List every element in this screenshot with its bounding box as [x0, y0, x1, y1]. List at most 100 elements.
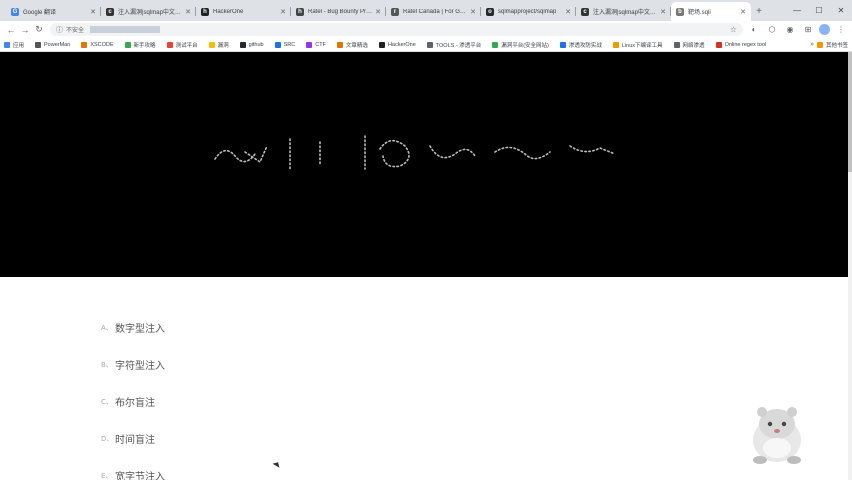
info-icon[interactable]: ⓘ: [56, 25, 63, 35]
browser-tab[interactable]: G Google 翻译 ✕: [6, 2, 101, 21]
bookmark-item[interactable]: github: [239, 41, 264, 48]
browser-tab[interactable]: c 注入漏洞|sqlmap中文手册 ✕: [101, 2, 196, 21]
bookmark-item[interactable]: HackerOne: [378, 41, 416, 48]
bookmark-item[interactable]: 文章精选: [336, 41, 368, 49]
tab-favicon-icon: o: [486, 7, 494, 16]
toc-item[interactable]: C、 布尔盲注: [101, 394, 155, 410]
mascot-widget[interactable]: [742, 400, 812, 470]
tab-close-icon[interactable]: ✕: [660, 8, 666, 16]
tab-favicon-icon: h: [201, 7, 209, 16]
bookmark-label: SRC: [283, 41, 296, 48]
browser-tab[interactable]: o sqlmapproject/sqlmap ✕: [481, 2, 576, 21]
browser-tab[interactable]: b 靶场.sqli ✕: [671, 2, 751, 21]
menu-icon[interactable]: ⋮: [834, 23, 848, 37]
page-scrollbar[interactable]: [848, 52, 852, 480]
tab-close-icon[interactable]: ✕: [375, 8, 381, 16]
toc-item[interactable]: D、 时间盲注: [101, 431, 155, 447]
bookmark-item[interactable]: XSCODE: [81, 41, 114, 48]
new-tab-button[interactable]: +: [751, 2, 767, 21]
bookmark-item[interactable]: SRC: [274, 41, 296, 48]
bookmark-label: 应用: [13, 42, 25, 49]
toc-item[interactable]: B、 字符型注入: [101, 357, 165, 373]
folder-icon: [816, 41, 823, 48]
bookmark-item[interactable]: 漏洞平台(安全网站): [492, 41, 549, 49]
tab-close-icon[interactable]: ✕: [565, 8, 571, 16]
tab-title: Google 翻译: [23, 10, 57, 16]
bookmark-label: Online regex tool: [724, 41, 767, 48]
tab-strip: G Google 翻译 ✕ c 注入漏洞|sqlmap中文手册 ✕ h HackerOne ✕ h…: [0, 0, 852, 21]
more-bookmarks-icon[interactable]: »: [810, 41, 814, 48]
bookmark-item[interactable]: CTF: [306, 41, 326, 48]
bookmark-item[interactable]: Linux下编译工具: [612, 41, 663, 49]
bookmark-favicon-icon: [81, 41, 88, 48]
tab-favicon-icon: c: [581, 7, 589, 16]
profile-avatar[interactable]: [819, 24, 830, 35]
toc-item-number: C、: [101, 397, 113, 406]
tab-close-icon[interactable]: ✕: [470, 8, 476, 16]
toc-item[interactable]: E、 宽字节注入: [101, 468, 165, 480]
toc-item[interactable]: A、 数字型注入: [101, 320, 165, 336]
address-bar[interactable]: ⓘ 不安全 ☆: [50, 23, 743, 36]
bookmark-item[interactable]: 新手攻略: [124, 41, 156, 49]
tab-favicon-icon: b: [676, 7, 684, 16]
bookmark-label: CTF: [315, 41, 326, 48]
other-bookmarks[interactable]: 其他书签: [816, 41, 848, 49]
bookmark-item[interactable]: 渗透攻防实战: [559, 41, 602, 49]
bookmark-item[interactable]: 应用: [4, 41, 24, 49]
security-label: 不安全: [66, 28, 85, 34]
bookmark-favicon-icon: [492, 41, 499, 48]
tab-title: 注入漏洞|sqlmap中文手册: [593, 10, 658, 16]
tab-title: Ratel Canada | For Game: [403, 8, 468, 15]
browser-tab[interactable]: r Ratel Canada | For Game ✕: [386, 2, 481, 21]
bookmark-label: 漏洞: [217, 42, 229, 49]
bookmark-label: HackerOne: [387, 41, 416, 48]
tab-title: Ratel - Bug Bounty Prog: [308, 8, 373, 15]
bookmark-item[interactable]: Online regex tool: [715, 41, 767, 48]
bookmark-label: 漏洞平台(安全网站): [501, 42, 549, 49]
close-window-icon[interactable]: ✕: [830, 0, 852, 21]
tab-close-icon[interactable]: ✕: [280, 8, 286, 16]
bookmark-favicon-icon: [306, 41, 313, 48]
browser-tab[interactable]: c 注入漏洞|sqlmap中文手册 ✕: [576, 2, 671, 21]
star-icon[interactable]: ☆: [730, 25, 737, 34]
bookmark-item[interactable]: 网络渗透: [673, 41, 705, 49]
minimize-icon[interactable]: —: [786, 0, 808, 21]
maximize-icon[interactable]: ☐: [808, 0, 830, 21]
particle-animation: [214, 135, 616, 170]
forward-icon[interactable]: →: [18, 23, 32, 37]
tab-title: HackerOne: [213, 8, 244, 15]
url-text: [90, 26, 161, 33]
browser-tab[interactable]: h HackerOne ✕: [196, 2, 291, 21]
tab-close-icon[interactable]: ✕: [90, 8, 96, 16]
toc-item-label: 宽字节注入: [115, 472, 165, 480]
bookmark-item[interactable]: TOOLS - 渗透平台: [426, 41, 481, 49]
tab-close-icon[interactable]: ✕: [740, 8, 746, 16]
bookmark-item[interactable]: PowerMan: [35, 41, 70, 48]
bookmark-favicon-icon: [559, 41, 566, 48]
browser-tab[interactable]: h Ratel - Bug Bounty Prog ✕: [291, 2, 386, 21]
tab-title: 靶场.sqli: [688, 10, 711, 16]
bookmark-favicon-icon: [612, 41, 619, 48]
toc-item-label: 时间盲注: [115, 435, 155, 446]
tab-favicon-icon: c: [106, 7, 114, 16]
bookmark-favicon-icon: [426, 41, 433, 48]
other-bookmarks-label: 其他书签: [825, 42, 848, 49]
bookmark-favicon-icon: [124, 41, 131, 48]
extension-icon[interactable]: ◐: [747, 23, 761, 37]
scrollbar-thumb[interactable]: [848, 52, 852, 172]
bookmark-item[interactable]: 漏洞: [208, 41, 229, 49]
reload-icon[interactable]: ↻: [32, 23, 46, 37]
tab-title: 注入漏洞|sqlmap中文手册: [118, 10, 183, 16]
extension-icon[interactable]: ⊞: [801, 23, 815, 37]
tab-close-icon[interactable]: ✕: [185, 8, 191, 16]
tab-list: G Google 翻译 ✕ c 注入漏洞|sqlmap中文手册 ✕ h HackerOne ✕ h…: [0, 0, 751, 21]
bookmark-favicon-icon: [378, 41, 385, 48]
bookmark-favicon-icon: [274, 41, 281, 48]
bookmark-favicon-icon: [673, 41, 680, 48]
tab-favicon-icon: h: [296, 7, 304, 16]
bookmark-item[interactable]: 测试平台: [166, 41, 198, 49]
back-icon[interactable]: ←: [4, 23, 18, 37]
bookmark-favicon-icon: [35, 41, 42, 48]
extension-icon[interactable]: ⬡: [765, 23, 779, 37]
extension-icon[interactable]: ◉: [783, 23, 797, 37]
